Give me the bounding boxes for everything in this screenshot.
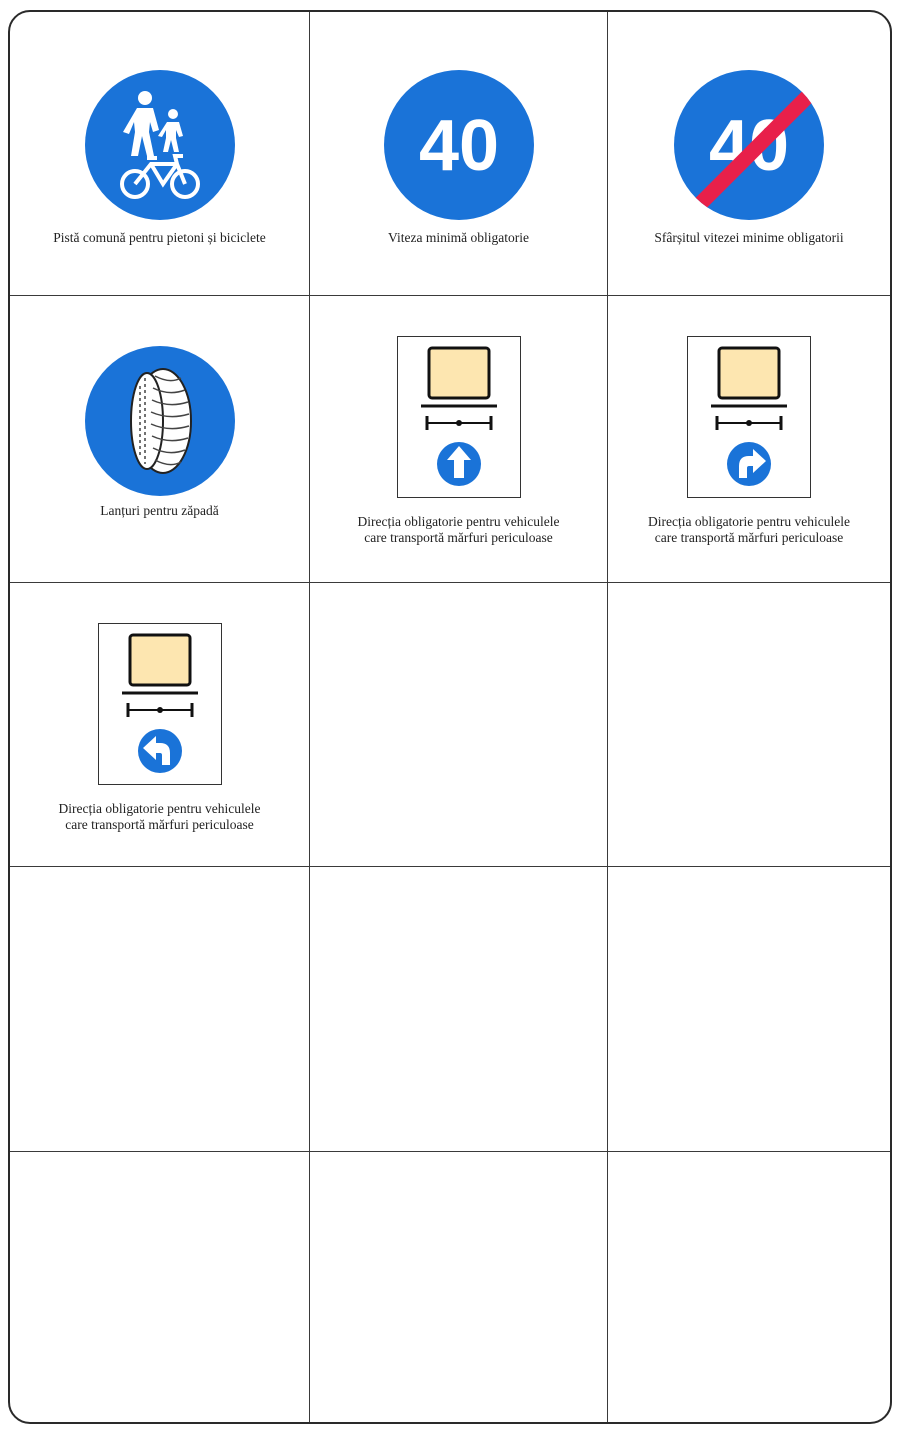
empty-cell — [310, 583, 608, 867]
empty-cell — [310, 867, 608, 1152]
cell-min-speed: 40 Viteza minimă obligatorie — [310, 12, 608, 296]
empty-cell — [10, 1152, 310, 1422]
arrow-up-icon — [436, 442, 481, 486]
caption: Direcția obligatorie pentru vehiculele c… — [357, 514, 560, 545]
arrow-right-turn-icon — [727, 442, 771, 486]
empty-cell — [608, 1152, 890, 1422]
sign-table: Pistă comună pentru pietoni și biciclete… — [8, 10, 892, 1424]
caption: Direcția obligatorie pentru vehiculele c… — [58, 801, 261, 832]
snow-chain-tire-icon — [84, 346, 235, 496]
speed-40-icon: 40 — [383, 70, 534, 220]
caption: Pistă comună pentru pietoni și biciclete — [53, 230, 266, 245]
cell-snow-chains: Lanțuri pentru zăpadă — [10, 296, 310, 583]
cell-dangerous-right: Direcția obligatorie pentru vehiculele c… — [608, 296, 890, 583]
cell-dangerous-left: Direcția obligatorie pentru vehiculele c… — [10, 583, 310, 867]
empty-cell — [608, 867, 890, 1152]
svg-text:40: 40 — [418, 106, 498, 186]
pedestrian-bicycle-icon — [84, 70, 235, 220]
caption: Direcția obligatorie pentru vehiculele c… — [647, 514, 851, 545]
caption: Viteza minimă obligatorie — [388, 230, 529, 245]
empty-cell — [608, 583, 890, 867]
empty-cell — [310, 1152, 608, 1422]
cell-end-min-speed: 40 Sfârșitul vitezei minime obligatorii — [608, 12, 890, 296]
cell-shared-path: Pistă comună pentru pietoni și biciclete — [10, 12, 310, 296]
dangerous-goods-left-sign — [97, 623, 222, 785]
speed-40-end-icon: 40 — [674, 70, 824, 220]
caption: Lanțuri pentru zăpadă — [100, 503, 219, 518]
cell-dangerous-straight: Direcția obligatorie pentru vehiculele c… — [310, 296, 608, 583]
arrow-left-turn-icon — [137, 729, 182, 773]
dangerous-goods-right-sign — [687, 336, 811, 498]
empty-cell — [10, 867, 310, 1152]
caption: Sfârșitul vitezei minime obligatorii — [654, 230, 844, 245]
dangerous-goods-straight-sign — [396, 336, 521, 498]
